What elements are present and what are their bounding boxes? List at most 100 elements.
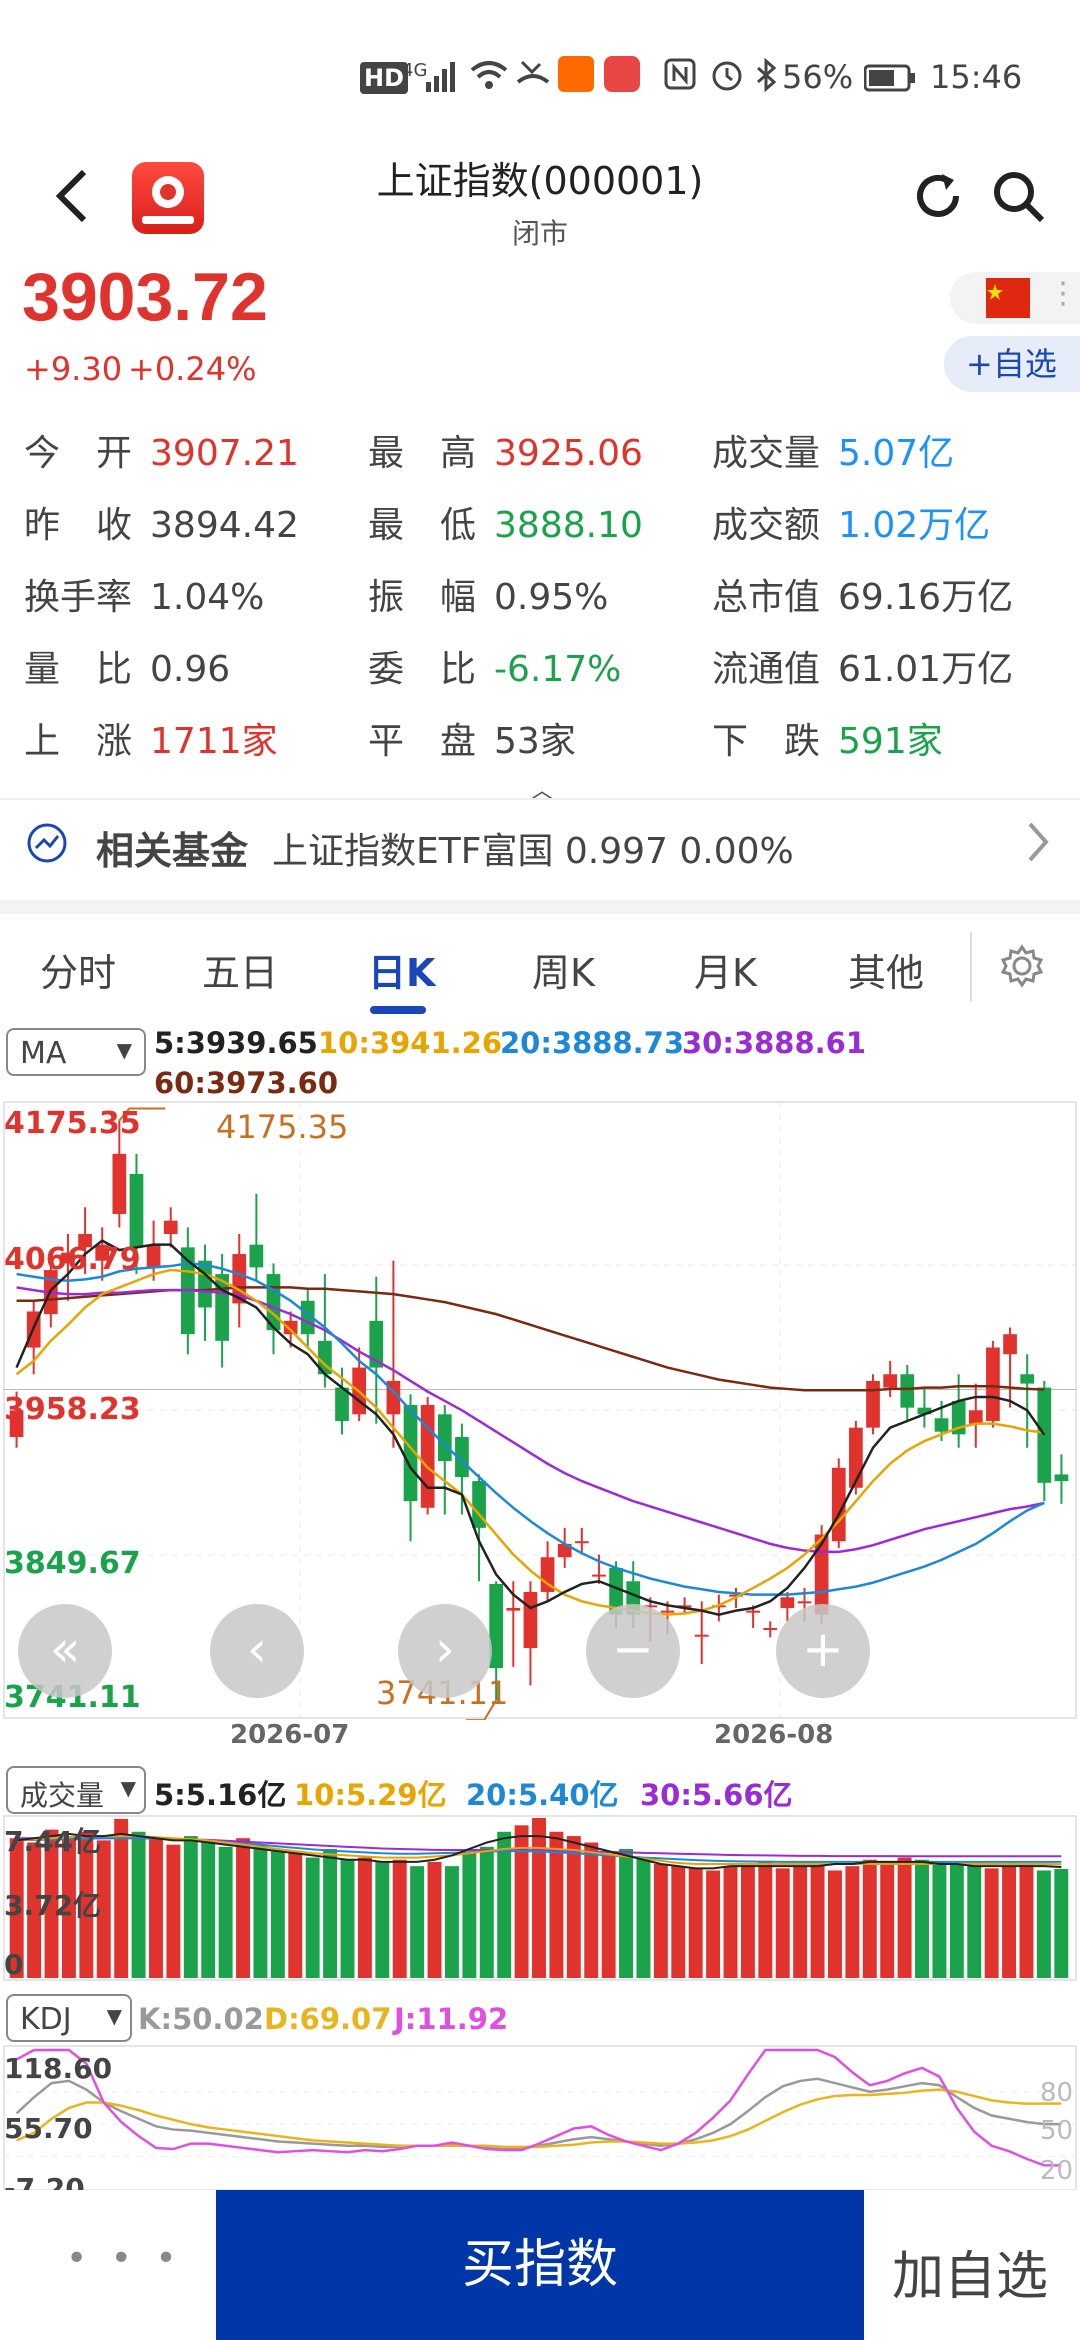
scroll-right-button[interactable]: › bbox=[398, 1604, 492, 1698]
add-watchlist-button[interactable]: +自选 bbox=[944, 336, 1080, 392]
x-label-jul: 2026-07 bbox=[230, 1720, 350, 1750]
related-fund-row[interactable]: 相关基金 上证指数ETF富国 0.997 0.00% bbox=[0, 798, 1080, 886]
chevron-right-icon bbox=[1024, 816, 1052, 872]
y-label-2: 4066.79 bbox=[4, 1242, 141, 1277]
volume-bar bbox=[828, 1870, 842, 1978]
search-icon[interactable] bbox=[990, 168, 1046, 228]
scroll-left-button[interactable]: ‹ bbox=[210, 1604, 304, 1698]
candle-body bbox=[986, 1347, 1000, 1421]
chart-settings-button[interactable] bbox=[970, 932, 1044, 1002]
stat-value: 3907.21 bbox=[150, 433, 299, 474]
stat-value: 0.95% bbox=[494, 577, 609, 618]
more-options-button[interactable]: • • • bbox=[66, 2238, 183, 2279]
wifi-icon bbox=[470, 58, 508, 98]
add-watchlist-bottom-button[interactable]: 加自选 bbox=[892, 2234, 1048, 2309]
volume-bar bbox=[149, 1838, 163, 1978]
buy-index-button[interactable]: 买指数 bbox=[216, 2190, 864, 2340]
zoom-in-button[interactable]: + bbox=[776, 1604, 870, 1698]
indicator-selector-kdj[interactable]: KDJ ▼ bbox=[6, 1994, 132, 2042]
volume-bar bbox=[967, 1866, 982, 1978]
tab-2[interactable]: 日K bbox=[368, 942, 435, 997]
missed-call-icon bbox=[516, 58, 550, 98]
candle-body bbox=[163, 1220, 178, 1234]
stat-7: 振 幅 0.95% bbox=[368, 568, 608, 620]
active-tab-indicator bbox=[370, 1006, 426, 1014]
volume-bar bbox=[775, 1868, 790, 1978]
high-annotation: 4175.35 bbox=[216, 1108, 349, 1146]
indicator-selector-volume[interactable]: 成交量 ▼ bbox=[6, 1766, 146, 1814]
fund-info: 上证指数ETF富国 0.997 0.00% bbox=[272, 831, 794, 872]
more-vertical-icon[interactable]: ⋮ bbox=[1048, 276, 1078, 311]
stat-value: 0.96 bbox=[150, 649, 231, 690]
candle-body bbox=[883, 1374, 897, 1388]
china-flag-icon bbox=[986, 278, 1030, 318]
kdj-chart[interactable] bbox=[0, 2044, 1080, 2190]
volume-bar bbox=[897, 1857, 912, 1978]
kdj-ref-20: 20 bbox=[1040, 2156, 1074, 2186]
vol-ma30-value: 30:5.66亿 bbox=[640, 1778, 793, 1812]
stat-label: 委 比 bbox=[368, 649, 477, 690]
candle-body bbox=[968, 1410, 983, 1424]
volume-bar bbox=[723, 1866, 738, 1978]
stat-value: 1711家 bbox=[150, 721, 278, 762]
tab-5[interactable]: 其他 bbox=[848, 942, 924, 997]
vol-ma10-value: 10:5.29亿 bbox=[294, 1778, 447, 1812]
vol-y-min: 0 bbox=[4, 1948, 24, 1981]
candle-body bbox=[814, 1534, 829, 1615]
tab-4[interactable]: 月K bbox=[694, 942, 757, 997]
clock: 15:46 bbox=[930, 58, 1023, 96]
stat-value: 3925.06 bbox=[494, 433, 643, 474]
volume-bar bbox=[932, 1861, 947, 1978]
volume-bar bbox=[915, 1859, 929, 1978]
kdj-ref-80: 80 bbox=[1040, 2078, 1074, 2108]
volume-bar bbox=[1002, 1866, 1017, 1978]
stat-value: 69.16万亿 bbox=[838, 577, 1014, 618]
volume-bar bbox=[566, 1836, 581, 1978]
kdj-y-max: 118.60 bbox=[4, 2052, 113, 2085]
volume-bar bbox=[601, 1853, 616, 1978]
refresh-icon[interactable] bbox=[910, 168, 966, 228]
scroll-to-start-button[interactable]: « bbox=[18, 1604, 112, 1698]
tab-1[interactable]: 五日 bbox=[202, 942, 278, 997]
y-label-3: 3958.23 bbox=[4, 1392, 141, 1427]
taobao-app-icon bbox=[558, 56, 594, 92]
volume-bar bbox=[740, 1864, 755, 1978]
stat-1: 最 高 3925.06 bbox=[368, 424, 643, 476]
candle-body bbox=[694, 1634, 709, 1637]
volume-bar bbox=[619, 1848, 634, 1978]
alarm-icon bbox=[710, 58, 744, 100]
volume-bar bbox=[444, 1866, 459, 1978]
stat-11: 流通值 61.01万亿 bbox=[712, 640, 1013, 692]
kdj-ref-50: 50 bbox=[1040, 2116, 1074, 2146]
nfc-icon bbox=[664, 58, 696, 98]
volume-chart[interactable] bbox=[0, 1814, 1080, 1984]
indicator-selector-ma[interactable]: MA ▼ bbox=[6, 1028, 146, 1076]
candle-body bbox=[523, 1591, 538, 1649]
tab-3[interactable]: 周K bbox=[532, 942, 595, 997]
gear-icon bbox=[1000, 944, 1044, 988]
volume-bar bbox=[532, 1818, 546, 1978]
candle-body bbox=[1054, 1474, 1069, 1482]
vol-y-max: 7.44亿 bbox=[4, 1825, 102, 1858]
tab-0[interactable]: 分时 bbox=[40, 942, 116, 997]
volume-bar bbox=[653, 1864, 668, 1978]
volume-bar bbox=[862, 1859, 877, 1978]
ma10-value: 10:3941.26 bbox=[318, 1026, 503, 1060]
stat-2: 成交量 5.07亿 bbox=[712, 424, 954, 476]
candlestick-chart[interactable] bbox=[0, 1100, 1080, 1720]
ma5-line bbox=[15, 1239, 1046, 1616]
volume-bar bbox=[688, 1868, 703, 1978]
stat-value: -6.17% bbox=[494, 649, 622, 690]
zoom-out-button[interactable]: − bbox=[586, 1604, 680, 1698]
battery-icon bbox=[863, 62, 916, 100]
stat-label: 上 涨 bbox=[24, 721, 133, 762]
signal-icon bbox=[426, 60, 460, 100]
app-header: 上证指数(000001) 闭市 bbox=[0, 150, 1080, 260]
candle-body bbox=[592, 1574, 606, 1577]
stat-8: 总市值 69.16万亿 bbox=[712, 568, 1013, 620]
candle-body bbox=[283, 1320, 298, 1335]
stat-label: 换手率 bbox=[24, 577, 133, 618]
volume-selector-label: 成交量 bbox=[20, 1779, 105, 1812]
candle-body bbox=[797, 1601, 812, 1604]
volume-bar bbox=[671, 1866, 686, 1978]
